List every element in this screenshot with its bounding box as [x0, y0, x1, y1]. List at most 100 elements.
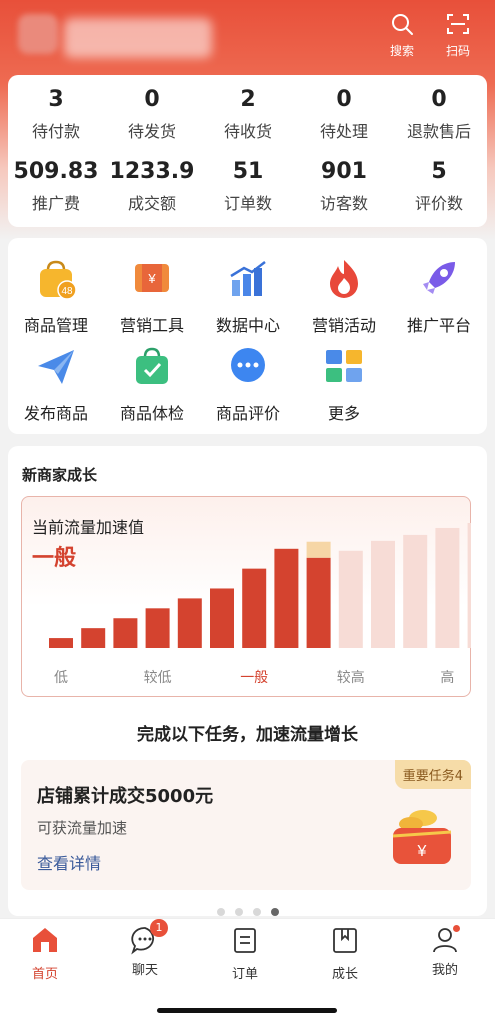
tool-label: 营销活动: [311, 316, 376, 335]
shopping-bag-icon: 48: [40, 260, 77, 300]
stat-promotion-fee[interactable]: 509.83 推广费: [8, 159, 104, 214]
chart-bar: [113, 618, 138, 648]
stat-review-count[interactable]: 5 评价数: [391, 159, 487, 214]
scan-icon: [447, 14, 469, 34]
stat-label: 待付款: [31, 122, 80, 141]
stat-gmv[interactable]: 1233.9 成交额: [104, 159, 200, 214]
traffic-boost-chart: 低 较低 一般 较高 高: [49, 523, 471, 686]
tool-label: 数据中心: [215, 316, 280, 335]
stat-label: 访客数: [319, 194, 368, 213]
chart-tick-label: 一般: [240, 670, 268, 686]
chart-tick-label: 较低: [144, 670, 172, 686]
tools-grid-card: 48 商品管理 ¥ 营销工具 数据中心 营销活动 推广平台 发布商品 商品体检 …: [8, 238, 487, 434]
nav-label: 我的: [431, 963, 458, 978]
nav-home[interactable]: 首页: [15, 925, 75, 982]
nav-label: 订单: [231, 967, 258, 982]
task-priority-badge: 重要任务4: [394, 760, 471, 789]
task-subtitle: 可获流量加速: [37, 819, 128, 837]
chart-bar: [338, 550, 363, 648]
tool-marketing-activity[interactable]: 营销活动: [296, 256, 392, 336]
product-badge-count: 48: [61, 286, 73, 297]
paper-plane-icon: [38, 350, 74, 384]
pager-dot[interactable]: [252, 908, 261, 916]
stat-value: 0: [144, 87, 160, 112]
stat-order-count[interactable]: 51 订单数: [200, 159, 296, 214]
tool-more[interactable]: 更多: [296, 344, 392, 424]
nav-profile[interactable]: 我的: [415, 925, 475, 978]
stat-refund-aftersale[interactable]: 0 退款售后: [391, 87, 487, 142]
stat-value: 0: [336, 87, 352, 112]
task-detail-link[interactable]: 查看详情: [37, 850, 101, 874]
pager-dot-active[interactable]: [270, 908, 279, 916]
task-title: 店铺累计成交5000元: [37, 786, 214, 807]
chart-bar: [403, 534, 428, 648]
pager-dot[interactable]: [216, 908, 225, 916]
profile-notification-dot: [453, 925, 460, 932]
stat-visitor-count[interactable]: 901 访客数: [296, 159, 392, 214]
stat-value: 2: [240, 87, 256, 112]
search-button[interactable]: 搜索: [380, 12, 424, 59]
stat-value: 509.83: [13, 159, 99, 184]
nav-growth[interactable]: 成长: [315, 925, 375, 982]
pager-dot[interactable]: [234, 908, 243, 916]
nav-chat[interactable]: 1 聊天: [115, 919, 175, 978]
stat-value: 0: [431, 87, 447, 112]
chat-unread-badge: 1: [150, 919, 168, 937]
tool-label: 商品评价: [215, 404, 280, 423]
stat-value: 51: [232, 159, 264, 184]
money-wallet-icon: ¥: [392, 810, 452, 864]
home-indicator: [157, 1008, 337, 1013]
chart-bar-cap: [306, 541, 331, 558]
chart-bar: [274, 548, 299, 648]
search-icon: [392, 14, 413, 35]
nav-label: 首页: [31, 967, 58, 982]
stat-label: 成交额: [127, 194, 176, 213]
growth-icon: [333, 928, 357, 953]
tool-product-review[interactable]: 商品评价: [200, 344, 296, 424]
task-card[interactable]: 重要任务4 店铺累计成交5000元 可获流量加速 查看详情 ¥: [21, 760, 471, 890]
chart-bar: [145, 608, 170, 648]
nav-orders[interactable]: 订单: [215, 925, 275, 982]
tool-label: 发布商品: [23, 404, 88, 423]
chart-bar: [435, 527, 460, 648]
stat-pending-payment[interactable]: 3 待付款: [8, 87, 104, 142]
stat-pending-handling[interactable]: 0 待处理: [296, 87, 392, 142]
chart-bar: [242, 568, 267, 648]
scan-button[interactable]: 扫码: [436, 12, 480, 59]
stat-label: 待发货: [127, 122, 176, 141]
nav-label: 成长: [331, 967, 358, 982]
chart-bar: [49, 638, 73, 648]
nav-label: 聊天: [131, 963, 158, 978]
tool-label: 推广平台: [406, 316, 471, 335]
stat-pending-receipt[interactable]: 2 待收货: [200, 87, 296, 142]
shop-stats-card: 3 待付款 0 待发货 2 待收货 0 待处理 0 退款售后 509.83 推广…: [8, 75, 487, 227]
growth-section-title: 新商家成长: [22, 466, 98, 484]
stat-value: 5: [431, 159, 447, 184]
shop-name-blurred[interactable]: [64, 18, 212, 58]
shop-avatar[interactable]: [18, 14, 58, 54]
tool-label: 营销工具: [119, 316, 184, 335]
chart-bar: [210, 588, 234, 648]
stat-label: 退款售后: [406, 122, 471, 141]
tool-product-checkup[interactable]: 商品体检: [104, 344, 200, 424]
tool-label: 商品管理: [23, 316, 88, 335]
check-bag-icon: [136, 347, 168, 384]
home-icon: [33, 928, 57, 952]
stat-label: 评价数: [414, 194, 463, 213]
scan-label: 扫码: [445, 44, 470, 58]
tool-label: 更多: [327, 404, 360, 423]
tool-promotion-platform[interactable]: 推广平台: [391, 256, 487, 336]
chart-tick-label: 较高: [337, 669, 365, 686]
tool-marketing-tools[interactable]: ¥ 营销工具: [104, 256, 200, 336]
stat-label: 待收货: [223, 122, 272, 141]
tasks-heading: 完成以下任务，加速流量增长: [137, 725, 358, 745]
flame-icon: [330, 260, 358, 298]
tool-data-center[interactable]: 数据中心: [200, 256, 296, 336]
stat-pending-shipment[interactable]: 0 待发货: [104, 87, 200, 142]
top-bar: 搜索 扫码: [0, 0, 495, 72]
tool-product-management[interactable]: 48 商品管理: [8, 256, 104, 336]
stat-value: 901: [321, 159, 367, 184]
tool-publish-product[interactable]: 发布商品: [8, 344, 104, 424]
svg-text:¥: ¥: [417, 843, 427, 860]
bar-chart-icon: [230, 261, 266, 296]
